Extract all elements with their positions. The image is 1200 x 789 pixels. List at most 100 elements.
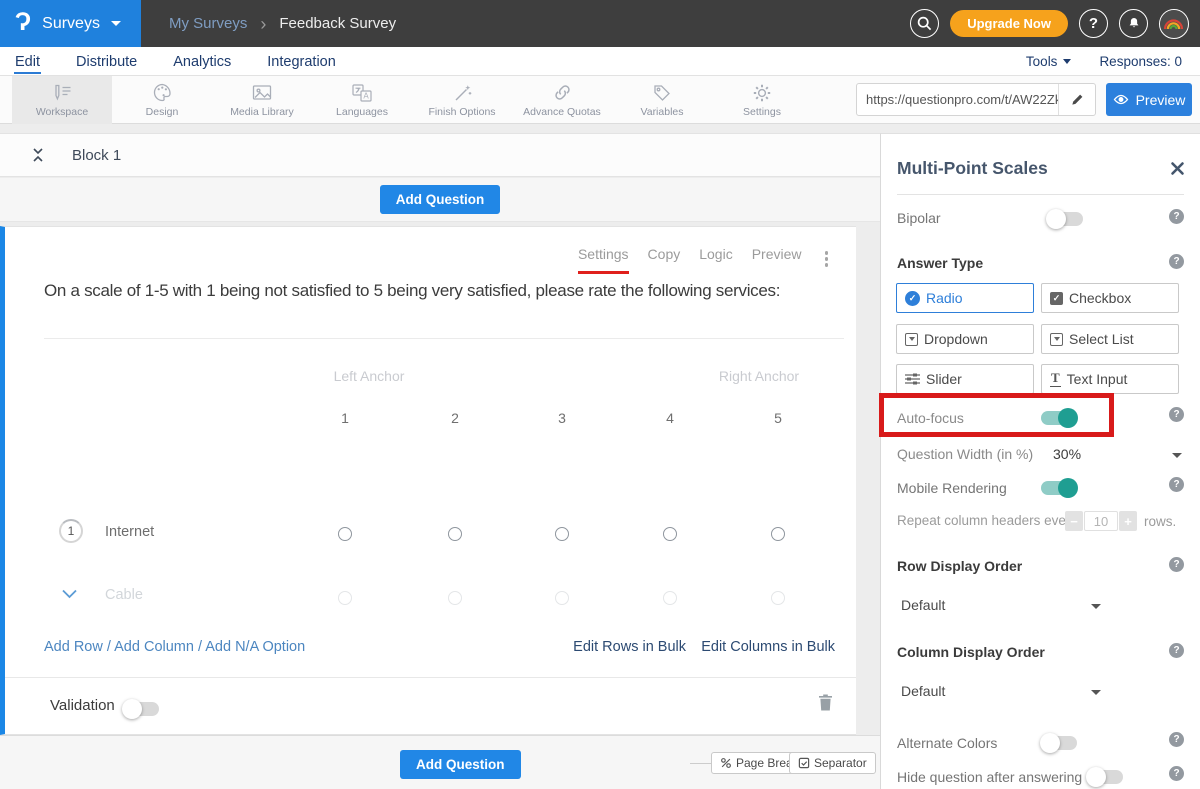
- answer-type-select-list[interactable]: Select List: [1041, 324, 1179, 354]
- toolbar-item-languages[interactable]: A Languages: [312, 76, 412, 124]
- block-title[interactable]: Block 1: [72, 147, 121, 164]
- row-drag-handle[interactable]: 1: [59, 519, 83, 543]
- hide-after-answering-help-icon[interactable]: ?: [1169, 766, 1184, 781]
- answer-type-radio[interactable]: ✓ Radio: [896, 283, 1034, 313]
- question-width-caret-icon[interactable]: [1172, 453, 1182, 458]
- toolbar-item-workspace[interactable]: Workspace: [12, 76, 112, 124]
- close-sidebar-button[interactable]: [1170, 161, 1185, 181]
- mobile-rendering-help-icon[interactable]: ?: [1169, 477, 1184, 492]
- notifications-button[interactable]: [1119, 9, 1148, 38]
- search-button[interactable]: [910, 9, 939, 38]
- question-more-menu-icon[interactable]: [821, 248, 833, 270]
- stepper-plus-button[interactable]: +: [1119, 511, 1137, 531]
- row-display-order-select[interactable]: Default: [901, 597, 945, 613]
- separator-button[interactable]: Separator: [789, 752, 876, 774]
- answer-type-help-icon[interactable]: ?: [1169, 254, 1184, 269]
- edit-url-button[interactable]: [1058, 84, 1095, 115]
- product-switcher[interactable]: Ɂ Surveys: [0, 0, 141, 47]
- tab-analytics[interactable]: Analytics: [172, 49, 232, 74]
- page-break-icon: [720, 757, 732, 769]
- row-expand-button[interactable]: [61, 587, 78, 605]
- column-header-1[interactable]: 1: [325, 410, 365, 426]
- repeat-rows-input[interactable]: [1084, 511, 1118, 531]
- add-question-button-bottom[interactable]: Add Question: [400, 750, 521, 779]
- edit-rows-bulk-link[interactable]: Edit Rows in Bulk: [573, 639, 686, 655]
- bipolar-help-icon[interactable]: ?: [1169, 209, 1184, 224]
- breadcrumb-current-survey: Feedback Survey: [279, 15, 396, 32]
- question-width-value[interactable]: 30%: [1053, 446, 1081, 462]
- row-order-caret-icon[interactable]: [1091, 604, 1101, 609]
- preview-button[interactable]: Preview: [1106, 83, 1192, 116]
- toolbar-item-label: Workspace: [36, 106, 88, 118]
- column-header-2[interactable]: 2: [435, 410, 475, 426]
- tab-distribute[interactable]: Distribute: [75, 49, 138, 74]
- toolbar-item-label: Finish Options: [428, 106, 495, 118]
- radio-internet-1[interactable]: [338, 527, 352, 541]
- survey-url-input[interactable]: [857, 84, 1058, 115]
- chevron-down-icon: [61, 588, 78, 600]
- user-avatar[interactable]: [1159, 9, 1189, 39]
- radio-internet-5[interactable]: [771, 527, 785, 541]
- responses-count[interactable]: Responses: 0: [1099, 54, 1182, 69]
- answer-type-checkbox[interactable]: ✓ Checkbox: [1041, 283, 1179, 313]
- answer-type-text-input[interactable]: T Text Input: [1041, 364, 1179, 394]
- eye-icon: [1113, 94, 1129, 105]
- column-display-order-help-icon[interactable]: ?: [1169, 643, 1184, 658]
- tab-edit[interactable]: Edit: [14, 49, 41, 74]
- question-text[interactable]: On a scale of 1-5 with 1 being not satis…: [44, 277, 844, 304]
- radio-cable-4[interactable]: [663, 591, 677, 605]
- radio-internet-3[interactable]: [555, 527, 569, 541]
- collapse-block-button[interactable]: [30, 146, 46, 164]
- add-na-option-link[interactable]: Add N/A Option: [205, 639, 305, 655]
- answer-type-dropdown[interactable]: Dropdown: [896, 324, 1034, 354]
- radio-internet-4[interactable]: [663, 527, 677, 541]
- question-tab-copy[interactable]: Copy: [648, 246, 681, 274]
- alternate-colors-toggle[interactable]: [1041, 736, 1077, 750]
- auto-focus-help-icon[interactable]: ?: [1169, 407, 1184, 422]
- upgrade-now-button[interactable]: Upgrade Now: [950, 10, 1068, 37]
- radio-cable-5[interactable]: [771, 591, 785, 605]
- add-row-link[interactable]: Add Row: [44, 639, 103, 655]
- add-question-button-top[interactable]: Add Question: [380, 185, 501, 214]
- row-display-order-help-icon[interactable]: ?: [1169, 557, 1184, 572]
- toolbar-item-media-library[interactable]: Media Library: [212, 76, 312, 124]
- toolbar-item-finish-options[interactable]: Finish Options: [412, 76, 512, 124]
- question-tab-logic[interactable]: Logic: [699, 246, 732, 274]
- toolbar-item-design[interactable]: Design: [112, 76, 212, 124]
- alternate-colors-help-icon[interactable]: ?: [1169, 732, 1184, 747]
- left-anchor-label[interactable]: Left Anchor: [299, 368, 439, 384]
- right-anchor-label[interactable]: Right Anchor: [689, 368, 829, 384]
- auto-focus-toggle[interactable]: [1041, 411, 1077, 425]
- toolbar-item-variables[interactable]: Variables: [612, 76, 712, 124]
- radio-cable-1[interactable]: [338, 591, 352, 605]
- radio-internet-2[interactable]: [448, 527, 462, 541]
- add-column-link[interactable]: Add Column: [114, 639, 194, 655]
- column-display-order-select[interactable]: Default: [901, 683, 945, 699]
- mobile-rendering-toggle[interactable]: [1041, 481, 1077, 495]
- column-header-4[interactable]: 4: [650, 410, 690, 426]
- answer-type-slider[interactable]: Slider: [896, 364, 1034, 394]
- stepper-minus-button[interactable]: −: [1065, 511, 1083, 531]
- question-tab-settings[interactable]: Settings: [578, 246, 629, 274]
- palette-icon: [152, 82, 173, 104]
- validation-toggle[interactable]: [123, 702, 159, 716]
- column-header-5[interactable]: 5: [758, 410, 798, 426]
- row-label-cable[interactable]: Cable: [105, 587, 143, 603]
- breadcrumb-my-surveys[interactable]: My Surveys: [169, 15, 247, 32]
- delete-question-button[interactable]: [817, 693, 834, 717]
- column-order-caret-icon[interactable]: [1091, 690, 1101, 695]
- toolbar-item-advance-quotas[interactable]: Advance Quotas: [512, 76, 612, 124]
- edit-columns-bulk-link[interactable]: Edit Columns in Bulk: [701, 639, 835, 655]
- question-tab-preview[interactable]: Preview: [752, 246, 802, 274]
- column-header-3[interactable]: 3: [542, 410, 582, 426]
- radio-cable-3[interactable]: [555, 591, 569, 605]
- toolbar-item-settings[interactable]: Settings: [712, 76, 812, 124]
- bipolar-toggle[interactable]: [1047, 212, 1083, 226]
- radio-cable-2[interactable]: [448, 591, 462, 605]
- row-label-internet[interactable]: Internet: [105, 524, 154, 540]
- hide-after-answering-toggle[interactable]: [1087, 770, 1123, 784]
- help-button[interactable]: ?: [1079, 9, 1108, 38]
- tools-menu[interactable]: Tools: [1026, 54, 1072, 69]
- tab-integration[interactable]: Integration: [266, 49, 337, 74]
- answer-option-label: Slider: [926, 371, 962, 387]
